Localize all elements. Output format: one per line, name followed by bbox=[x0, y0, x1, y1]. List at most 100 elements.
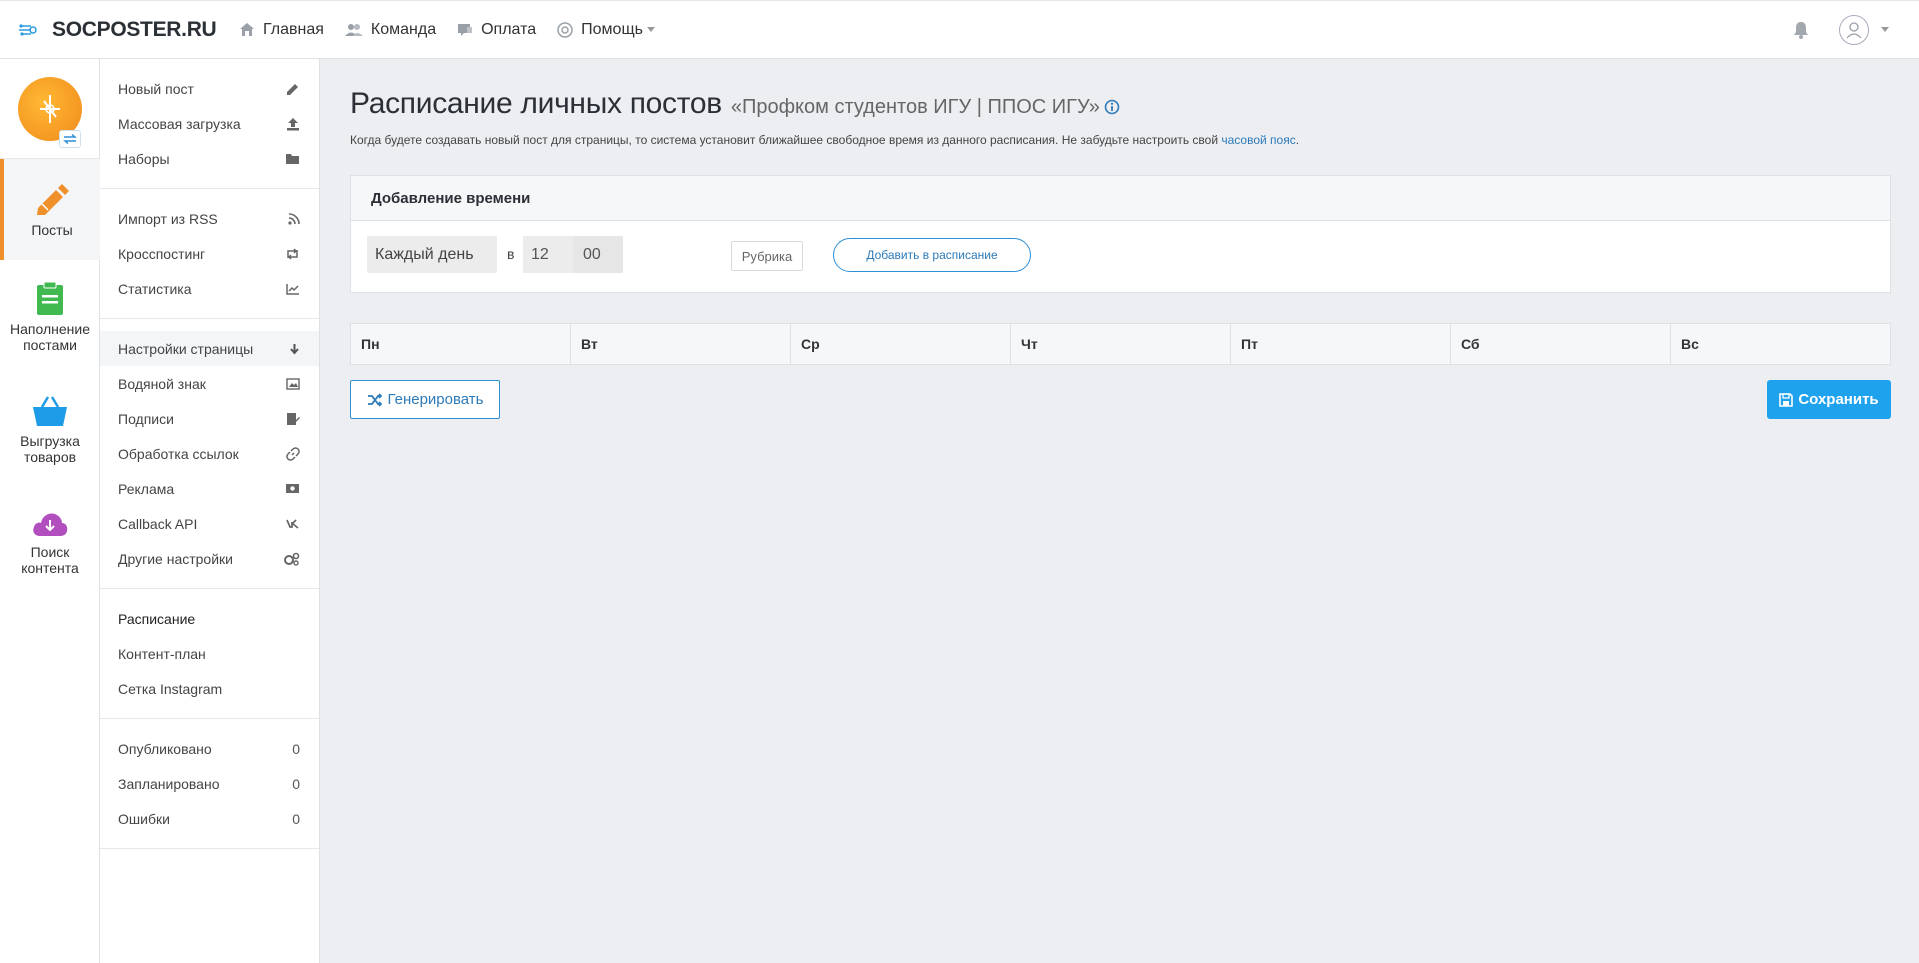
rail-item-posts-label: Посты bbox=[31, 221, 73, 238]
page-title: Расписание личных постов «Профком студен… bbox=[350, 87, 1120, 121]
rail-item-search[interactable]: Поиск контента bbox=[0, 486, 100, 599]
side-item-published[interactable]: Опубликовано 0 bbox=[100, 731, 319, 766]
switch-page-button[interactable] bbox=[59, 130, 81, 148]
side-item-label: Наборы bbox=[118, 150, 170, 167]
folder-icon bbox=[286, 154, 299, 164]
add-time-heading: Добавление времени bbox=[351, 176, 1890, 221]
side-item-label: Опубликовано bbox=[118, 740, 212, 757]
retweet-icon bbox=[287, 247, 298, 260]
day-column-thu: Чт bbox=[1011, 324, 1231, 364]
chevron-down-icon bbox=[646, 27, 655, 32]
side-item-label: Ошибки bbox=[118, 810, 170, 827]
money-icon bbox=[286, 484, 299, 493]
side-item-callback-api[interactable]: Callback API bbox=[100, 506, 319, 541]
bell-icon[interactable] bbox=[1793, 21, 1809, 39]
count-badge: 0 bbox=[292, 740, 300, 757]
add-time-card: Добавление времени Каждый день в 12 00 Р… bbox=[350, 175, 1891, 293]
timezone-link[interactable]: часовой пояс bbox=[1221, 133, 1295, 147]
side-item-content-plan[interactable]: Контент-план bbox=[100, 636, 319, 671]
page-title-text: Расписание личных постов bbox=[350, 87, 722, 120]
side-item-label: Новый пост bbox=[118, 80, 194, 97]
clipboard-icon bbox=[37, 281, 63, 315]
rubric-button[interactable]: Рубрика bbox=[731, 241, 803, 271]
side-group-create: Новый пост Массовая загрузка Наборы bbox=[100, 59, 319, 189]
page-subtitle: «Профком студентов ИГУ | ППОС ИГУ» bbox=[730, 96, 1100, 118]
side-item-link-processing[interactable]: Обработка ссылок bbox=[100, 436, 319, 471]
day-column-wed: Ср bbox=[791, 324, 1011, 364]
add-time-form: Каждый день в 12 00 Рубрика Добавить в р… bbox=[351, 221, 1890, 293]
team-icon bbox=[344, 23, 363, 36]
day-column-sat: Сб bbox=[1451, 324, 1671, 364]
side-item-ads[interactable]: Реклама bbox=[100, 471, 319, 506]
chevron-down-icon[interactable] bbox=[1881, 27, 1889, 32]
side-item-bulk-upload[interactable]: Массовая загрузка bbox=[100, 106, 319, 141]
side-group-status: Опубликовано 0 Запланировано 0 Ошибки 0 bbox=[100, 719, 319, 849]
basket-icon bbox=[33, 395, 67, 426]
top-bar: SOCPOSTER.RU Главная Команда Оплата Помо… bbox=[0, 0, 1919, 59]
side-item-signatures[interactable]: Подписи bbox=[100, 401, 319, 436]
side-item-label: Другие настройки bbox=[118, 550, 233, 567]
rail-item-filling-label: Наполнение постами bbox=[10, 320, 90, 353]
day-column-fri: Пт bbox=[1231, 324, 1451, 364]
chart-line-icon bbox=[286, 283, 299, 295]
nav-help[interactable]: Помощь bbox=[557, 21, 655, 39]
user-avatar[interactable] bbox=[1839, 14, 1869, 45]
vk-icon bbox=[286, 518, 299, 529]
side-item-label: Статистика bbox=[118, 280, 192, 297]
side-item-label: Водяной знак bbox=[118, 375, 206, 392]
side-item-watermark[interactable]: Водяной знак bbox=[100, 366, 319, 401]
side-item-scheduled[interactable]: Запланировано 0 bbox=[100, 766, 319, 801]
side-item-instagram-grid[interactable]: Сетка Instagram bbox=[100, 671, 319, 706]
save-label: Сохранить bbox=[1798, 391, 1879, 408]
rss-icon bbox=[288, 212, 300, 225]
pencil-small-icon bbox=[287, 83, 298, 95]
minute-input[interactable]: 00 bbox=[573, 236, 623, 273]
nav-team[interactable]: Команда bbox=[344, 21, 436, 39]
side-item-label: Обработка ссылок bbox=[118, 445, 239, 462]
side-item-page-settings[interactable]: Настройки страницы bbox=[100, 331, 319, 366]
side-item-new-post[interactable]: Новый пост bbox=[100, 71, 319, 106]
hour-input[interactable]: 12 bbox=[523, 236, 573, 273]
day-select[interactable]: Каждый день bbox=[367, 236, 497, 273]
top-right bbox=[1793, 14, 1889, 45]
floppy-icon bbox=[1779, 392, 1794, 407]
nav-home[interactable]: Главная bbox=[239, 21, 324, 39]
page-avatar-wrap bbox=[0, 59, 99, 159]
side-item-errors[interactable]: Ошибки 0 bbox=[100, 801, 319, 836]
rail-item-filling[interactable]: Наполнение постами bbox=[0, 260, 100, 373]
side-item-sets[interactable]: Наборы bbox=[100, 141, 319, 176]
rail-item-export[interactable]: Выгрузка товаров bbox=[0, 373, 100, 486]
side-item-crossposting[interactable]: Кросспостинг bbox=[100, 236, 319, 271]
add-to-schedule-button[interactable]: Добавить в расписание bbox=[833, 238, 1031, 272]
side-item-label: Расписание bbox=[118, 610, 196, 627]
home-icon bbox=[240, 23, 254, 36]
side-item-rss[interactable]: Импорт из RSS bbox=[100, 201, 319, 236]
side-item-label: Импорт из RSS bbox=[118, 210, 218, 227]
shuffle-icon bbox=[367, 392, 382, 407]
side-item-statistics[interactable]: Статистика bbox=[100, 271, 319, 306]
side-item-label: Кросспостинг bbox=[118, 245, 206, 262]
info-icon[interactable] bbox=[1104, 99, 1120, 115]
nav-payment[interactable]: Оплата bbox=[457, 21, 536, 39]
side-item-label: Сетка Instagram bbox=[118, 680, 223, 697]
help-icon bbox=[557, 21, 573, 38]
side-group-settings: Настройки страницы Водяной знак Подписи … bbox=[100, 319, 319, 589]
secondary-sidebar: Новый пост Массовая загрузка Наборы Импо… bbox=[100, 59, 320, 963]
top-nav: Главная Команда Оплата Помощь bbox=[239, 21, 676, 39]
side-group-sources: Импорт из RSS Кросспостинг Статистика bbox=[100, 189, 319, 319]
side-item-label: Контент-план bbox=[118, 645, 206, 662]
side-item-schedule[interactable]: Расписание bbox=[100, 601, 319, 636]
week-days-header: Пн Вт Ср Чт Пт Сб Вс bbox=[350, 323, 1891, 365]
swap-icon bbox=[63, 134, 77, 144]
side-item-other-settings[interactable]: Другие настройки bbox=[100, 541, 319, 576]
generate-button[interactable]: Генерировать bbox=[350, 380, 500, 419]
side-item-label: Массовая загрузка bbox=[118, 115, 241, 132]
side-item-label: Настройки страницы bbox=[118, 340, 254, 357]
at-label: в bbox=[507, 246, 515, 262]
rail-item-posts[interactable]: Посты bbox=[0, 159, 100, 260]
logo[interactable]: SOCPOSTER.RU bbox=[19, 18, 239, 42]
page-description: Когда будете создавать новый пост для ст… bbox=[350, 133, 1299, 147]
side-item-label: Запланировано bbox=[118, 775, 220, 792]
save-button[interactable]: Сохранить bbox=[1767, 380, 1891, 419]
count-badge: 0 bbox=[292, 810, 300, 827]
